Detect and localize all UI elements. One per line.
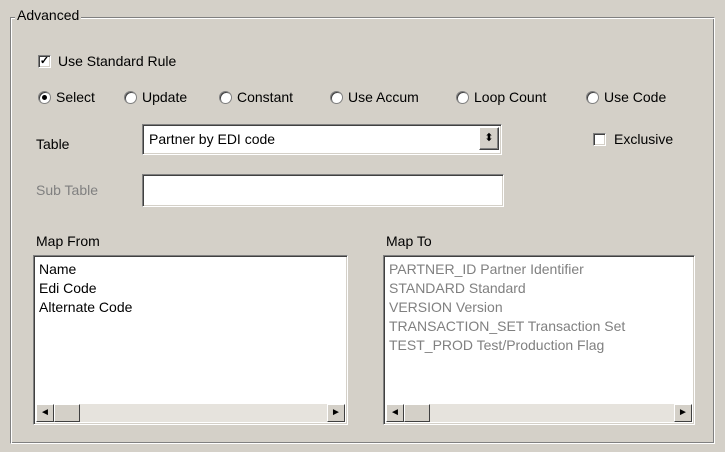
radio-select[interactable] xyxy=(38,91,51,104)
map-to-list[interactable]: PARTNER_ID Partner Identifier STANDARD S… xyxy=(383,255,695,425)
map-from-list-body: Name Edi Code Alternate Code xyxy=(36,258,345,402)
use-standard-rule-label[interactable]: Use Standard Rule xyxy=(58,53,176,69)
radio-use-accum-label[interactable]: Use Accum xyxy=(348,89,419,105)
exclusive-checkbox[interactable] xyxy=(593,133,606,146)
map-to-label: Map To xyxy=(386,233,432,249)
map-from-label: Map From xyxy=(36,233,100,249)
radio-loop-count[interactable] xyxy=(456,91,469,104)
scroll-right-icon[interactable]: ► xyxy=(327,404,345,422)
table-combobox-value: Partner by EDI code xyxy=(149,131,276,147)
dropdown-arrow-icon[interactable]: ⬍ xyxy=(479,127,499,150)
table-combobox[interactable]: Partner by EDI code ⬍ xyxy=(142,124,502,155)
radio-constant-label[interactable]: Constant xyxy=(237,89,293,105)
map-from-hscrollbar[interactable]: ◄ ► xyxy=(36,404,345,422)
group-title: Advanced xyxy=(15,7,82,23)
list-item[interactable]: PARTNER_ID Partner Identifier xyxy=(386,260,692,279)
radio-use-accum[interactable] xyxy=(330,91,343,104)
radio-update-label[interactable]: Update xyxy=(142,89,187,105)
list-item[interactable]: VERSION Version xyxy=(386,298,692,317)
table-label: Table xyxy=(36,136,70,152)
list-item[interactable]: STANDARD Standard xyxy=(386,279,692,298)
exclusive-label[interactable]: Exclusive xyxy=(614,131,673,147)
radio-use-code-label[interactable]: Use Code xyxy=(604,89,666,105)
sub-table-label: Sub Table xyxy=(36,182,99,198)
scroll-right-icon[interactable]: ► xyxy=(674,404,692,422)
map-to-list-body: PARTNER_ID Partner Identifier STANDARD S… xyxy=(386,258,692,402)
radio-constant[interactable] xyxy=(219,91,232,104)
scroll-left-icon[interactable]: ◄ xyxy=(386,404,404,422)
map-from-list[interactable]: Name Edi Code Alternate Code ◄ ► xyxy=(33,255,348,425)
scroll-thumb[interactable] xyxy=(404,404,430,422)
scroll-thumb[interactable] xyxy=(54,404,80,422)
radio-update[interactable] xyxy=(124,91,137,104)
list-item[interactable]: Edi Code xyxy=(36,279,345,298)
radio-select-label[interactable]: Select xyxy=(56,89,95,105)
list-item[interactable]: Alternate Code xyxy=(36,298,345,317)
radio-use-code[interactable] xyxy=(586,91,599,104)
list-item[interactable]: Name xyxy=(36,260,345,279)
sub-table-input[interactable] xyxy=(142,174,504,207)
list-item[interactable]: TRANSACTION_SET Transaction Set xyxy=(386,317,692,336)
radio-loop-count-label[interactable]: Loop Count xyxy=(474,89,546,105)
map-to-hscrollbar[interactable]: ◄ ► xyxy=(386,404,692,422)
scroll-left-icon[interactable]: ◄ xyxy=(36,404,54,422)
list-item[interactable]: TEST_PROD Test/Production Flag xyxy=(386,336,692,355)
use-standard-rule-checkbox[interactable]: ✓ xyxy=(38,55,51,68)
